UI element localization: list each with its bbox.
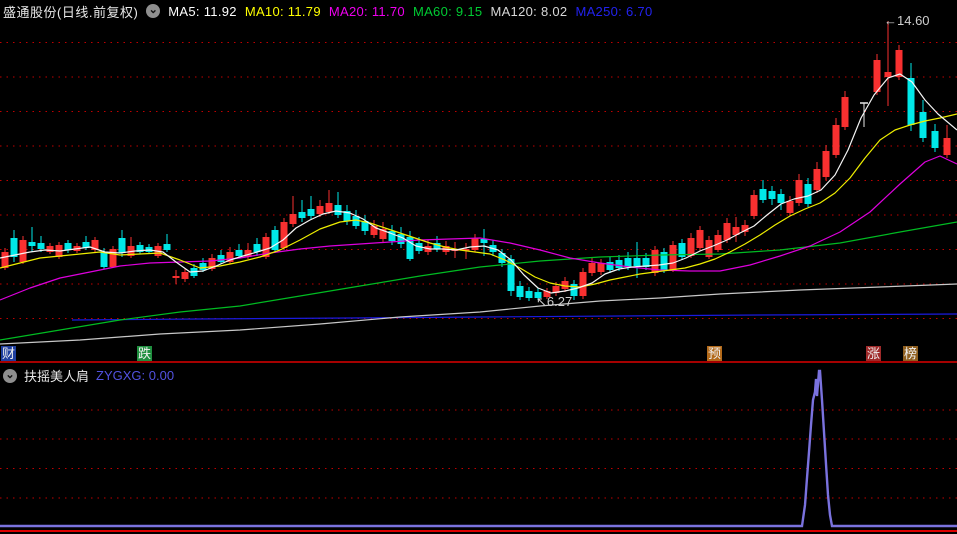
candles-layer (1, 21, 951, 301)
signal-layer (0, 361, 957, 532)
ma250-legend: MA250: 6.70 (575, 3, 653, 19)
ma5-legend: MA5: 11.92 (168, 3, 237, 19)
ma60-legend: MA60: 9.15 (412, 3, 483, 19)
ma120-legend: MA120: 8.02 (490, 3, 568, 19)
gridlines (0, 42, 957, 499)
ma20-line (0, 155, 957, 301)
watermark-char: 预 (707, 346, 722, 361)
low-marker-arrow-icon: ↖ (536, 294, 547, 309)
ma120-line (0, 283, 957, 345)
low-price-marker: ↖6.27 (536, 294, 572, 310)
chevron-down-icon[interactable]: ⌄ (146, 4, 161, 18)
watermark-char: 榜 (903, 346, 918, 361)
indicator-value: ZYGXG: 0.00 (96, 368, 175, 383)
high-marker-arrow-icon: ← (884, 13, 897, 28)
ma-lines-layer (0, 73, 957, 345)
high-marker-value: 14.60 (897, 13, 930, 28)
candlestick-chart[interactable] (0, 0, 957, 534)
ma10-legend: MA10: 11.79 (244, 3, 321, 19)
watermark-char: 跌 (137, 346, 152, 361)
indicator-panel-header: ⌄ 扶摇美人肩 ZYGXG: 0.00 (3, 366, 174, 385)
chevron-down-icon[interactable]: ⌄ (3, 368, 17, 383)
main-chart-header: 盛通股份(日线.前复权) ⌄ MA5: 11.92 MA10: 11.79 MA… (3, 2, 652, 20)
watermark-char: 涨 (866, 346, 881, 361)
ma10-line (0, 113, 957, 288)
watermark-char: 财 (1, 346, 16, 361)
ma20-legend: MA20: 11.70 (328, 3, 405, 19)
ma5-line (0, 73, 957, 294)
ma250-line (71, 313, 957, 321)
stock-app-window: { "header": { "title": "盛通股份(日线.前复权)", "… (0, 0, 957, 534)
stock-title: 盛通股份(日线.前复权) (3, 4, 139, 20)
high-price-marker: ←14.60 (884, 13, 930, 28)
indicator-name: 扶摇美人肩 (24, 369, 90, 384)
low-marker-value: 6.27 (546, 294, 573, 309)
